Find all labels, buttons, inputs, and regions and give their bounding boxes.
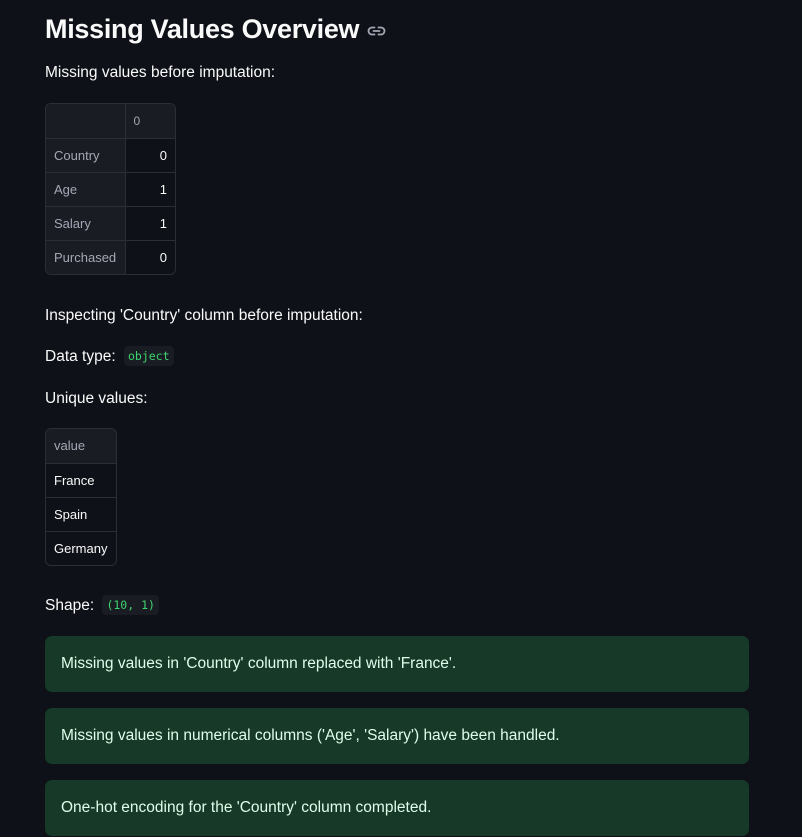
page-title: Missing Values Overview xyxy=(45,13,360,44)
row-label: Salary xyxy=(46,206,126,241)
row-label: Age xyxy=(46,172,126,207)
shape-line: Shape: (10, 1) xyxy=(45,595,159,615)
table-row: Salary 1 xyxy=(46,206,175,241)
unique-value-cell: France xyxy=(46,463,116,498)
row-value: 1 xyxy=(125,172,175,207)
unique-value-cell: Germany xyxy=(54,540,108,556)
row-value: 0 xyxy=(125,138,175,173)
dtype-line: Data type: object xyxy=(45,346,174,366)
row-label: Purchased xyxy=(46,240,126,274)
inspect-heading: Inspecting 'Country' column before imput… xyxy=(45,307,363,324)
dtype-code: object xyxy=(123,346,174,366)
table-row: Age 1 xyxy=(46,172,175,207)
row-value: 1 xyxy=(125,206,175,241)
success-alert: One-hot encoding for the 'Country' colum… xyxy=(45,780,749,836)
unique-values-heading: Unique values: xyxy=(45,390,148,407)
unique-value-cell: Spain xyxy=(46,497,116,532)
column-header-cell: 0 xyxy=(125,104,175,139)
table-row: Spain xyxy=(46,497,116,532)
link-icon[interactable] xyxy=(367,24,387,38)
unique-values-table[interactable]: value France Spain Germany xyxy=(45,428,117,566)
page: Missing Values Overview Missing values b… xyxy=(0,0,802,837)
column-header-cell: value xyxy=(46,429,116,464)
success-alert-text: Missing values in 'Country' column repla… xyxy=(61,655,457,672)
missing-values-heading: Missing values before imputation: xyxy=(45,64,276,81)
index-header-cell xyxy=(46,104,126,139)
success-alert: Missing values in 'Country' column repla… xyxy=(45,636,749,692)
row-label: Country xyxy=(46,138,126,173)
row-value: 0 xyxy=(159,249,167,265)
missing-values-table[interactable]: 0 Country 0 Age 1 Salary 1 Purchased 0 xyxy=(45,103,176,275)
success-alert: Missing values in numerical columns ('Ag… xyxy=(45,708,749,764)
table-row: Country 0 xyxy=(46,138,175,173)
shape-code: (10, 1) xyxy=(102,595,159,615)
dtype-label: Data type: xyxy=(45,348,116,365)
success-alert-text: One-hot encoding for the 'Country' colum… xyxy=(61,799,432,816)
table-row: Germany xyxy=(46,531,116,565)
table-row: Purchased 0 xyxy=(46,240,175,274)
table-row: France xyxy=(46,463,116,498)
table-header-row: value xyxy=(46,429,116,464)
success-alert-text: Missing values in numerical columns ('Ag… xyxy=(61,727,560,744)
table-header-row: 0 xyxy=(46,104,175,139)
title-row: Missing Values Overview xyxy=(45,10,387,48)
shape-label: Shape: xyxy=(45,597,95,614)
